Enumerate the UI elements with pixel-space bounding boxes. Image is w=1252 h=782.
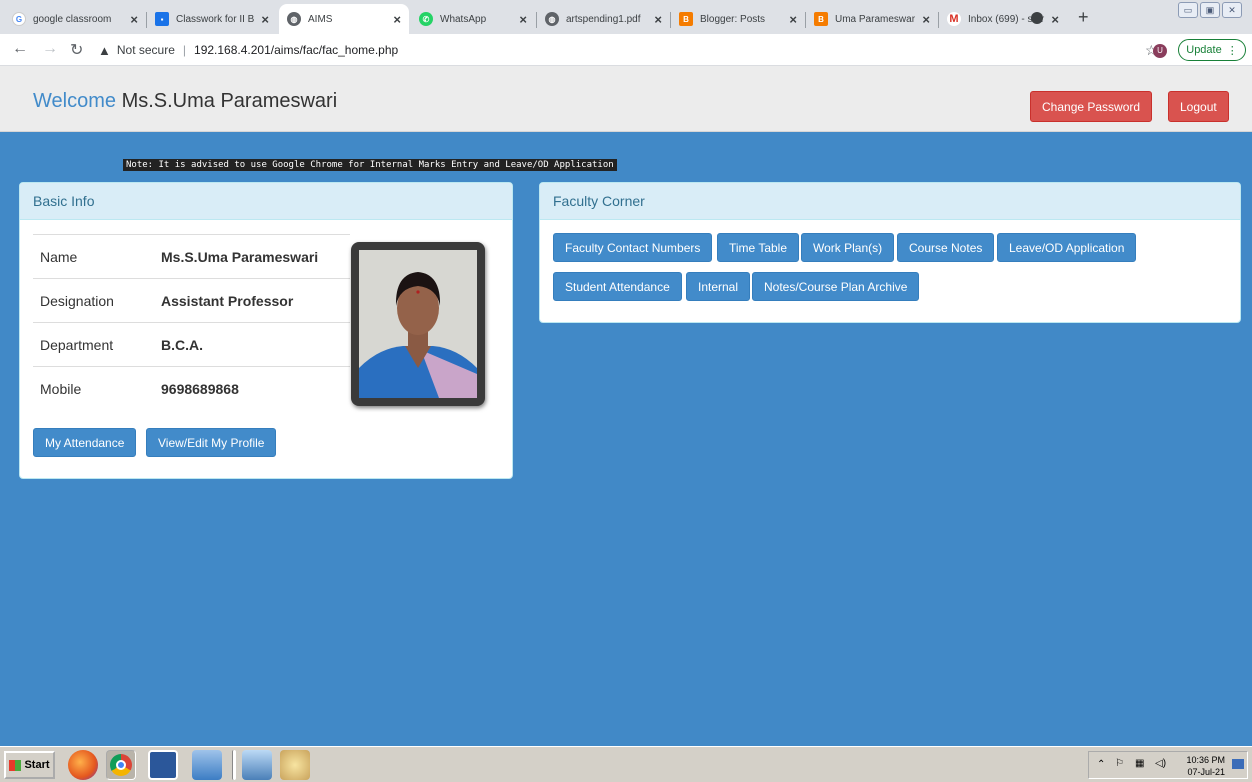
gmail-icon: M <box>947 12 961 26</box>
profile-photo-image <box>359 250 477 398</box>
internal-button[interactable]: Internal <box>686 272 751 301</box>
address-bar[interactable]: ▲ Not secure | 192.168.4.201/aims/fac/fa… <box>98 38 1128 62</box>
user-name: Ms.S.Uma Parameswari <box>121 90 338 112</box>
faculty-corner-panel: Faculty Corner Faculty Contact Numbers T… <box>539 182 1241 323</box>
browser-tab-strip: G google classroom × ▪ Classwork for II … <box>0 0 1252 34</box>
close-tab-icon[interactable]: × <box>789 12 797 27</box>
url-text: 192.168.4.201/aims/fac/fac_home.php <box>194 43 399 57</box>
browser-tab[interactable]: ▪ Classwork for II B × <box>147 4 277 34</box>
my-attendance-button[interactable]: My Attendance <box>33 428 137 457</box>
info-row-name: Name Ms.S.Uma Parameswari <box>33 234 350 278</box>
network-icon[interactable]: ▦ <box>1135 758 1144 769</box>
paint-icon[interactable] <box>280 750 310 780</box>
close-tab-icon[interactable]: × <box>1051 12 1059 27</box>
info-row-mobile: Mobile 9698689868 <box>33 366 350 410</box>
os-taskbar: Start ⌃ ⚐ ▦ ◁) 10:36 PM 07-Jul-21 <box>0 746 1252 782</box>
show-hidden-icons-icon[interactable]: ⌃ <box>1097 759 1105 770</box>
leave-od-application-button[interactable]: Leave/OD Application <box>997 233 1137 262</box>
basic-info-panel: Basic Info Name Ms.S.Uma Parameswari Des… <box>19 182 513 479</box>
time-table-button[interactable]: Time Table <box>717 233 800 262</box>
volume-icon[interactable]: ◁) <box>1155 758 1166 769</box>
show-desktop-icon[interactable] <box>1232 759 1244 769</box>
blogger-icon: B <box>814 12 828 26</box>
window-controls: ▭ ▣ ✕ <box>1178 2 1242 18</box>
word-icon[interactable] <box>148 750 178 780</box>
globe-icon: ◍ <box>287 12 301 26</box>
profile-photo <box>351 242 485 406</box>
browser-tab[interactable]: ✆ WhatsApp × <box>411 4 535 34</box>
system-tray: ⌃ ⚐ ▦ ◁) 10:36 PM 07-Jul-21 <box>1088 751 1248 779</box>
update-button[interactable]: Update ⋮ <box>1178 39 1246 61</box>
faculty-contact-numbers-button[interactable]: Faculty Contact Numbers <box>553 233 713 262</box>
browser-tab[interactable]: B Uma Parameswar × <box>806 4 938 34</box>
logout-button[interactable]: Logout <box>1168 91 1229 122</box>
back-arrow-icon[interactable]: ← <box>12 40 28 58</box>
start-button[interactable]: Start <box>4 751 55 779</box>
windows-flag-icon <box>9 759 22 771</box>
google-icon: G <box>12 12 26 26</box>
change-password-button[interactable]: Change Password <box>1030 91 1153 122</box>
minimize-icon[interactable]: ▭ <box>1178 2 1198 18</box>
edit-profile-button[interactable]: View/Edit My Profile <box>146 428 277 457</box>
new-tab-button[interactable]: + <box>1078 7 1089 28</box>
warning-triangle-icon: ▲ <box>98 42 111 58</box>
basic-info-heading: Basic Info <box>20 183 512 220</box>
browser-tab-active[interactable]: ◍ AIMS × <box>279 4 409 34</box>
classroom-icon: ▪ <box>155 12 169 26</box>
student-attendance-button[interactable]: Student Attendance <box>553 272 682 301</box>
whatsapp-icon: ✆ <box>419 12 433 26</box>
clock[interactable]: 10:36 PM 07-Jul-21 <box>1186 754 1225 778</box>
action-center-flag-icon[interactable]: ⚐ <box>1115 758 1124 769</box>
browser-advice-note: Note: It is advised to use Google Chrome… <box>123 159 617 171</box>
file-explorer-icon[interactable] <box>192 750 222 780</box>
globe-icon: ◍ <box>545 12 559 26</box>
app-header: Welcome Ms.S.Uma Parameswari Change Pass… <box>0 66 1252 132</box>
more-menu-icon: ⋮ <box>1226 44 1238 57</box>
reload-icon[interactable]: ↻ <box>70 40 83 60</box>
browser-toolbar: ← → ↻ ▲ Not secure | 192.168.4.201/aims/… <box>0 34 1252 66</box>
browser-tab[interactable]: B Blogger: Posts × <box>671 4 805 34</box>
browser-tab[interactable]: G google classroom × <box>4 4 146 34</box>
close-tab-icon[interactable]: × <box>922 12 930 27</box>
chrome-profile-dot-icon[interactable] <box>1031 12 1043 24</box>
welcome-title: Welcome Ms.S.Uma Parameswari <box>33 90 338 112</box>
maximize-icon[interactable]: ▣ <box>1200 2 1220 18</box>
info-row-designation: Designation Assistant Professor <box>33 278 350 322</box>
close-window-icon[interactable]: ✕ <box>1222 2 1242 18</box>
picture-viewer-icon[interactable] <box>242 750 272 780</box>
profile-avatar[interactable]: U <box>1153 44 1167 58</box>
faculty-corner-heading: Faculty Corner <box>540 183 1240 220</box>
blogger-icon: B <box>679 12 693 26</box>
notes-course-plan-archive-button[interactable]: Notes/Course Plan Archive <box>752 272 920 301</box>
forward-arrow-icon[interactable]: → <box>42 40 58 58</box>
info-row-department: Department B.C.A. <box>33 322 350 366</box>
close-tab-icon[interactable]: × <box>393 12 401 27</box>
security-label: Not secure <box>116 43 175 57</box>
close-tab-icon[interactable]: × <box>519 12 527 27</box>
close-tab-icon[interactable]: × <box>261 12 269 27</box>
browser-tab[interactable]: M Inbox (699) - s.ur × <box>939 4 1067 34</box>
browser-tab[interactable]: ◍ artspending1.pdf × <box>537 4 670 34</box>
close-tab-icon[interactable]: × <box>130 12 138 27</box>
firefox-icon[interactable] <box>68 750 98 780</box>
course-notes-button[interactable]: Course Notes <box>897 233 995 262</box>
work-plans-button[interactable]: Work Plan(s) <box>801 233 895 262</box>
taskbar-separator <box>232 750 236 780</box>
close-tab-icon[interactable]: × <box>654 12 662 27</box>
chrome-taskbar-button[interactable] <box>106 750 136 780</box>
